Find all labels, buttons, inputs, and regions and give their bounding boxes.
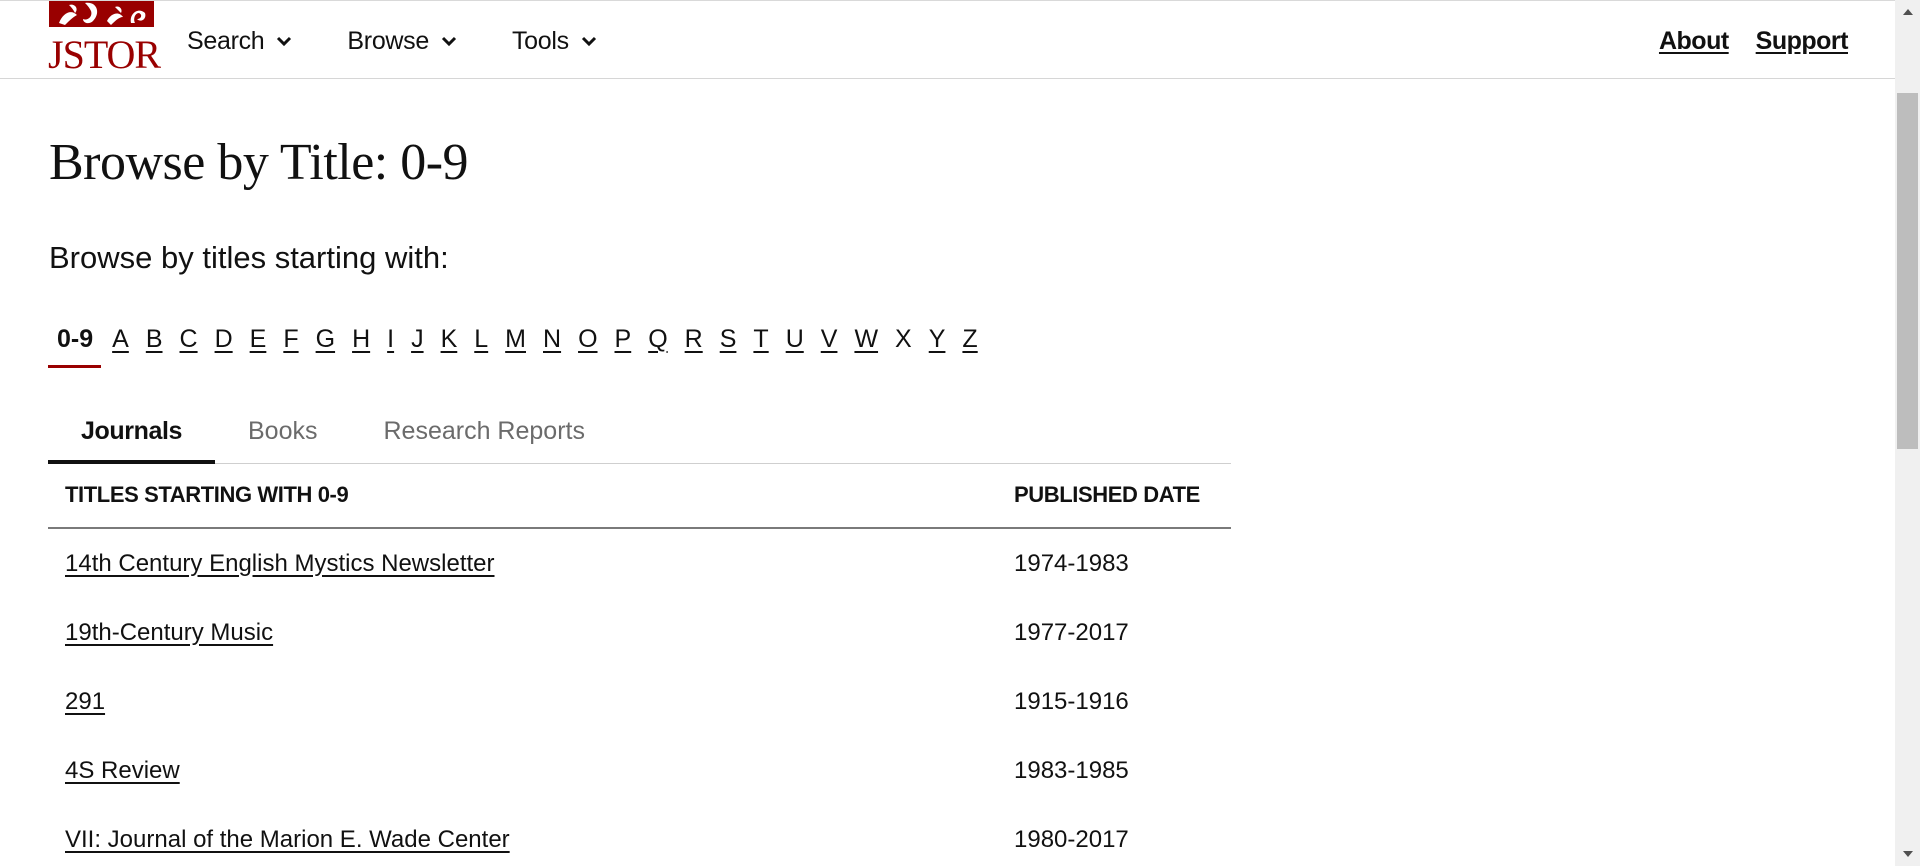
alphabet-item-link[interactable]: S [720,318,737,360]
main-nav: Search Browse Tools [187,23,652,59]
table-row: 14th Century English Mystics Newsletter 1… [48,528,1231,598]
alphabet-item-link[interactable]: O [578,318,597,360]
nav-tools-menu[interactable]: Tools [512,27,597,56]
support-link[interactable]: Support [1756,27,1849,56]
alphabet-item-link[interactable]: G [316,318,335,360]
journal-title-link[interactable]: VII: Journal of the Marion E. Wade Cente… [65,826,510,853]
alphabet-item-link[interactable]: V [821,318,838,360]
content-type-tabs: Journals Books Research Reports [48,405,1231,464]
published-date-cell: 1915-1916 [1014,687,1129,715]
journal-title-link[interactable]: 291 [65,688,105,715]
published-date-cell: 1980-2017 [1014,825,1129,853]
logo-ornament-icon [59,2,146,25]
published-date-cell: 1977-2017 [1014,618,1129,646]
column-header-published-date: PUBLISHED DATE [1014,463,1231,529]
alphabet-item-link[interactable]: L [474,318,488,360]
title-cell: VII: Journal of the Marion E. Wade Cente… [48,805,1014,866]
alphabet-item-link[interactable]: W [854,318,878,360]
nav-browse-label: Browse [347,26,429,55]
vertical-scrollbar[interactable] [1895,0,1920,866]
alphabet-item-link[interactable]: J [411,318,424,360]
alphabet-item-link[interactable]: Q [648,318,667,360]
scrollbar-thumb[interactable] [1897,93,1918,449]
alphabet-item-link[interactable]: T [753,318,768,360]
scroll-up-button[interactable] [1895,2,1920,22]
alphabet-item-disabled: X [895,325,912,353]
alphabet-item-link[interactable]: R [685,318,703,360]
table-row: VII: Journal of the Marion E. Wade Cente… [48,805,1231,866]
journal-title-link[interactable]: 14th Century English Mystics Newsletter [65,550,495,577]
title-cell: 4S Review [48,736,1014,805]
scroll-down-button[interactable] [1895,844,1920,864]
alphabet-item-link[interactable]: H [352,318,370,360]
nav-browse-menu[interactable]: Browse [347,27,457,56]
journal-title-link[interactable]: 19th-Century Music [65,619,273,646]
nav-search-label: Search [187,26,265,55]
table-header-row: TITLES STARTING WITH 0-9 PUBLISHED DATE [48,463,1231,529]
arrow-up-icon [1902,9,1913,15]
tab-journals[interactable]: Journals [48,405,215,464]
page: JSTOR Search Browse Tools About Support … [0,0,1895,866]
page-title: Browse by Title: 0-9 [49,134,469,191]
alphabet-item-link[interactable]: C [180,318,198,360]
results-table: TITLES STARTING WITH 0-9 PUBLISHED DATE … [48,463,1231,866]
about-link[interactable]: About [1659,27,1729,56]
chevron-down-icon [581,36,596,47]
alphabet-item-active[interactable]: 0-9 [48,318,102,368]
title-cell: 291 [48,667,1014,736]
alphabet-item-link[interactable]: M [505,318,526,360]
jstor-logo-link[interactable]: JSTOR [48,1,161,77]
alphabet-item-link[interactable]: I [387,318,394,360]
site-header: JSTOR Search Browse Tools About Support [0,0,1895,79]
tab-research-reports[interactable]: Research Reports [350,405,617,463]
alphabet-item-link[interactable]: K [441,318,458,360]
alphabet-item-link[interactable]: Y [929,318,946,360]
arrow-down-icon [1902,851,1913,857]
alphabet-item-link[interactable]: U [786,318,804,360]
results-table-body: 14th Century English Mystics Newsletter 1… [48,528,1231,866]
alphabet-item-link[interactable]: Z [962,318,977,360]
title-cell: 19th-Century Music [48,598,1014,667]
journal-title-link[interactable]: 4S Review [65,757,180,784]
nav-search-menu[interactable]: Search [187,27,292,56]
chevron-down-icon [441,36,457,47]
alphabet-item-link[interactable]: N [543,318,561,360]
alphabet-item-link[interactable]: B [146,318,163,360]
table-row: 291 1915-1916 [48,667,1231,736]
alphabet-item-link[interactable]: E [250,318,267,360]
alphabet-filter: 0-9 A B C D E F G H I J K L M N O P Q R S T U V W X Y Z [48,318,995,368]
alphabet-item-link[interactable]: D [215,318,233,360]
chevron-down-icon [277,36,292,47]
jstor-wordmark: JSTOR [48,32,161,77]
column-header-title: TITLES STARTING WITH 0-9 [48,463,1014,529]
utility-links: About Support [1632,23,1849,59]
alphabet-item-link[interactable]: P [615,318,632,360]
table-row: 19th-Century Music 1977-2017 [48,598,1231,667]
published-date-cell: 1974-1983 [1014,549,1129,577]
alphabet-item-link[interactable]: F [283,318,298,360]
title-cell: 14th Century English Mystics Newsletter [48,528,1014,598]
table-row: 4S Review 1983-1985 [48,736,1231,805]
tab-books[interactable]: Books [215,405,350,463]
nav-tools-label: Tools [511,26,569,55]
jstor-logo-emblem [49,1,154,27]
published-date-cell: 1983-1985 [1014,756,1129,784]
alphabet-item-link[interactable]: A [112,318,129,360]
browse-subtitle: Browse by titles starting with: [49,240,449,275]
